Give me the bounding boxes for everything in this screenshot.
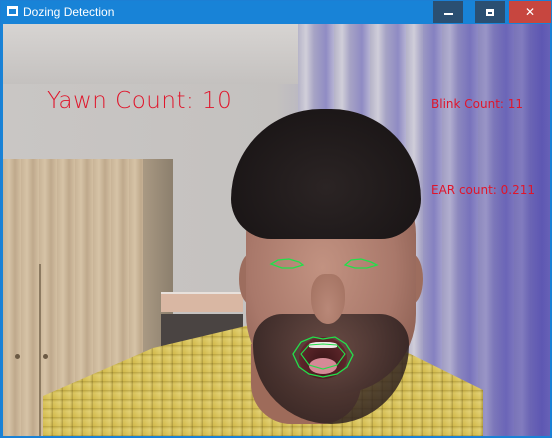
left-eye-contour <box>269 258 305 269</box>
title-bar[interactable]: Dozing Detection ✕ <box>1 1 551 23</box>
landmark-overlay <box>269 258 379 378</box>
camera-feed: Yawn Count: 10 Blink Count: 11 EAR count… <box>3 24 550 436</box>
maximize-icon <box>486 8 494 16</box>
yawn-count-label: Yawn Count: 10 <box>47 88 233 114</box>
maximize-button[interactable] <box>475 1 505 23</box>
outer-lip-contour <box>292 336 354 378</box>
app-window: Dozing Detection ✕ Yawn Count: 10 Blink … <box>0 0 552 438</box>
inner-lip-contour <box>300 343 346 370</box>
minimize-button[interactable] <box>433 1 463 23</box>
minimize-icon <box>443 13 453 15</box>
window-title: Dozing Detection <box>23 5 115 19</box>
right-eye-contour <box>343 258 379 269</box>
blink-count-label: Blink Count: 11 <box>431 97 524 111</box>
window-app-icon[interactable] <box>7 6 18 16</box>
close-button[interactable]: ✕ <box>509 1 551 23</box>
ear-count-label: EAR count: 0.211 <box>431 183 536 197</box>
close-icon: ✕ <box>524 5 536 19</box>
